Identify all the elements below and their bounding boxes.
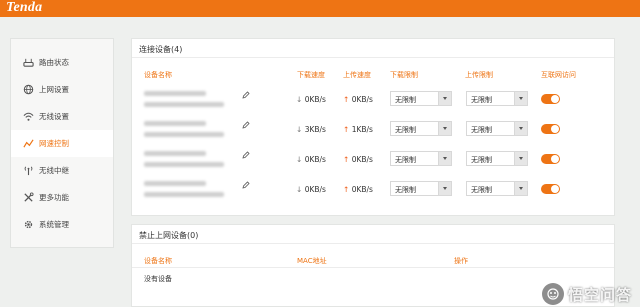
sidebar-item-more-functions[interactable]: 更多功能 [11,184,113,211]
col-header-internet-access: 互联网访问 [541,71,576,79]
sidebar-item-system-management[interactable]: 系统管理 [11,211,113,238]
sidebar-item-router-status[interactable]: 路由状态 [11,49,113,76]
chevron-down-icon [514,92,527,105]
col-header-up-speed: 上传速度 [343,71,371,79]
watermark-text: 悟空问答 [567,285,632,304]
sidebar-item-label: 系统管理 [39,220,69,229]
upload-speed: ↑ 1KB/s [343,125,373,134]
upload-speed: ↑ 0KB/s [343,185,373,194]
col-header-device-name: 设备名称 [144,71,172,79]
divider [132,267,614,268]
sidebar-item-label: 无线中继 [39,166,69,175]
chevron-down-icon [514,122,527,135]
sidebar-item-label: 无线设置 [39,112,69,121]
blocked-devices-title: 禁止上网设备(0) [139,231,199,240]
upload-limit-select[interactable]: 无限制 [466,91,528,106]
device-name-blurred [144,91,206,96]
tenda-logo: Tenda [6,0,43,15]
connected-devices-panel: 连接设备(4) 设备名称 下载速度 上传速度 下载限制 上传限制 互联网访问 ↓… [131,38,615,216]
top-bar: Tenda [0,0,640,17]
col-header-down-speed: 下载速度 [297,71,325,79]
internet-access-toggle[interactable] [541,184,560,194]
download-limit-select[interactable]: 无限制 [390,181,452,196]
download-limit-select[interactable]: 无限制 [390,121,452,136]
download-speed: ↓ 3KB/s [296,125,326,134]
upload-limit-select[interactable]: 无限制 [466,121,528,136]
sidebar-item-label: 更多功能 [39,193,69,202]
speed-chart-icon [23,138,34,149]
device-name-blurred [144,181,206,186]
internet-access-toggle[interactable] [541,94,560,104]
device-name-blurred [144,121,206,126]
edit-pencil-icon[interactable] [242,151,250,159]
col-header-down-limit: 下载限制 [390,71,418,79]
device-mac-blurred [144,132,224,137]
internet-access-toggle[interactable] [541,154,560,164]
upload-speed: ↑ 0KB/s [343,155,373,164]
download-limit-select[interactable]: 无限制 [390,151,452,166]
device-mac-blurred [144,192,224,197]
edit-pencil-icon[interactable] [242,91,250,99]
divider [132,57,614,58]
empty-list-text: 没有设备 [144,275,172,283]
chevron-down-icon [514,152,527,165]
router-status-icon [23,57,34,68]
gear-icon [23,219,34,230]
wifi-icon [23,111,34,122]
download-limit-select[interactable]: 无限制 [390,91,452,106]
internet-access-toggle[interactable] [541,124,560,134]
upload-limit-select[interactable]: 无限制 [466,151,528,166]
download-speed: ↓ 0KB/s [296,95,326,104]
wukong-logo-icon [541,283,564,305]
sidebar-item-label: 上网设置 [39,85,69,94]
sidebar-item-wireless-relay[interactable]: 无线中继 [11,157,113,184]
chevron-down-icon [438,92,451,105]
col-header-device-name: 设备名称 [144,257,172,265]
chevron-down-icon [514,182,527,195]
globe-icon [23,84,34,95]
chevron-down-icon [438,182,451,195]
sidebar-item-wireless-settings[interactable]: 无线设置 [11,103,113,130]
sidebar: 路由状态 上网设置 无线设置 网速控制 无线中继 更多功能 系统管理 [10,38,114,248]
tools-icon [23,192,34,203]
download-speed: ↓ 0KB/s [296,185,326,194]
connected-devices-title: 连接设备(4) [139,45,183,54]
col-header-up-limit: 上传限制 [465,71,493,79]
upload-speed: ↑ 0KB/s [343,95,373,104]
upload-limit-select[interactable]: 无限制 [466,181,528,196]
watermark: 悟空问答 [541,283,632,305]
edit-pencil-icon[interactable] [242,181,250,189]
divider [132,243,614,244]
edit-pencil-icon[interactable] [242,121,250,129]
chevron-down-icon [438,152,451,165]
sidebar-item-label: 路由状态 [39,58,69,67]
device-mac-blurred [144,162,224,167]
device-name-blurred [144,151,206,156]
sidebar-item-internet-settings[interactable]: 上网设置 [11,76,113,103]
chevron-down-icon [438,122,451,135]
device-mac-blurred [144,102,224,107]
relay-icon [23,165,34,176]
sidebar-item-label: 网速控制 [39,139,69,148]
sidebar-item-speed-control[interactable]: 网速控制 [11,130,113,157]
download-speed: ↓ 0KB/s [296,155,326,164]
col-header-action: 操作 [454,257,468,265]
col-header-mac: MAC地址 [297,257,327,265]
